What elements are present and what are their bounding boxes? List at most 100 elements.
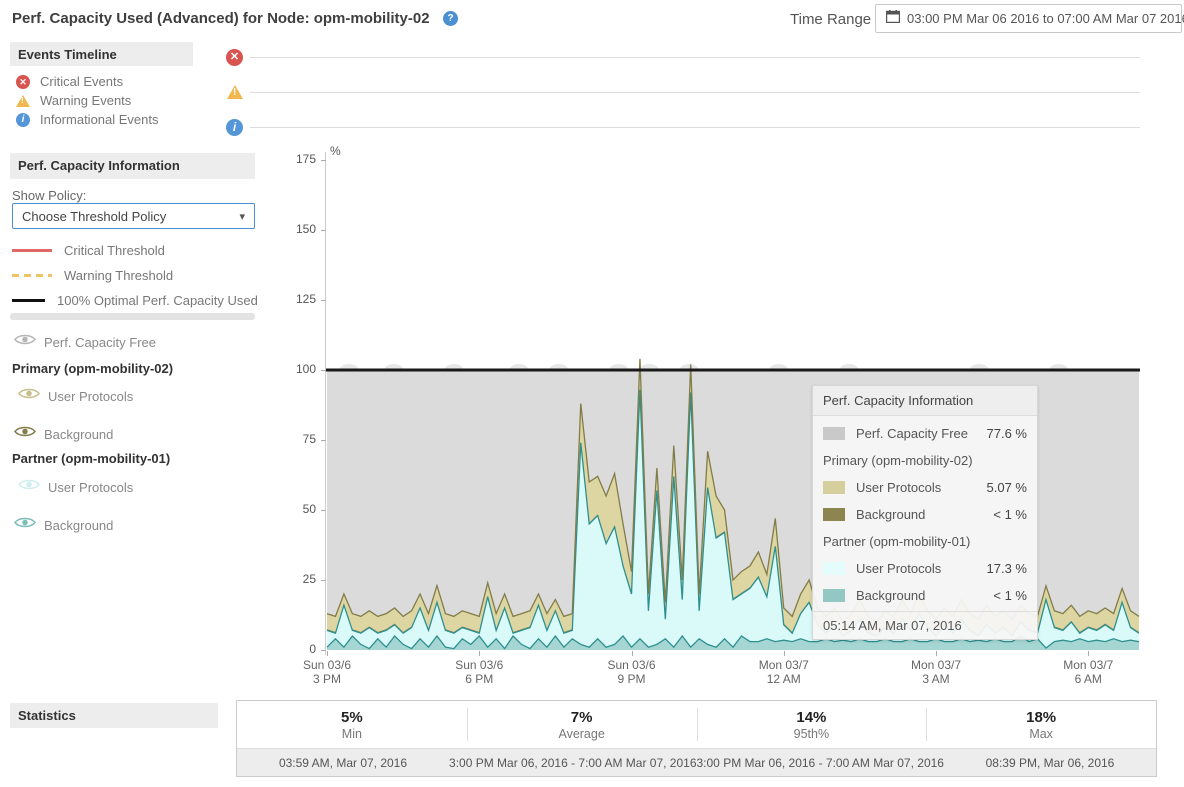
toggle-label: Background	[44, 427, 113, 442]
partner-user-swatch	[823, 562, 845, 575]
toggle-primary-background[interactable]: Background	[14, 425, 113, 443]
chevron-down-icon: ▾	[239, 210, 245, 223]
primary-node-heading: Primary (opm-mobility-02)	[12, 361, 173, 376]
info-lane-icon[interactable]: i	[226, 119, 243, 136]
events-timeline-header: Events Timeline	[10, 42, 193, 66]
stat-max-value: 18%	[1026, 709, 1056, 726]
statistics-header: Statistics	[10, 703, 218, 728]
tooltip-row-partner-user: User Protocols 17.3 %	[823, 555, 1027, 582]
warning-threshold-line	[12, 274, 52, 277]
legend-warning-events: Warning Events	[16, 91, 159, 110]
tooltip-free-label: Perf. Capacity Free	[856, 426, 987, 441]
y-tick-label: 150	[286, 222, 316, 236]
stat-min-value: 5%	[341, 709, 363, 726]
critical-threshold-legend: Critical Threshold	[12, 243, 165, 258]
optimal-threshold-legend: 100% Optimal Perf. Capacity Used	[12, 293, 258, 308]
time-range-label: Time Range	[790, 11, 871, 28]
toggle-label: Perf. Capacity Free	[44, 335, 156, 350]
legend-critical-label: Critical Events	[40, 74, 123, 89]
critical-event-icon: ✕	[16, 75, 30, 89]
toggle-perf-capacity-free[interactable]: Perf. Capacity Free	[14, 333, 156, 351]
y-tick-label: 175	[286, 152, 316, 166]
stat-max: 18% Max	[926, 701, 1156, 748]
tooltip-primary-heading: Primary (opm-mobility-02)	[823, 447, 1027, 474]
x-tick-label: Mon 03/73 AM	[876, 658, 996, 686]
tooltip-partner-user-label: User Protocols	[856, 561, 987, 576]
chart-tooltip: Perf. Capacity Information Perf. Capacit…	[812, 385, 1038, 640]
partner-node-heading: Partner (opm-mobility-01)	[12, 451, 170, 466]
stat-min-detail: 03:59 AM, Mar 07, 2016	[237, 756, 449, 770]
x-tick-label: Mon 03/712 AM	[724, 658, 844, 686]
eye-icon	[14, 333, 36, 351]
stat-95th-detail: 3:00 PM Mar 06, 2016 - 7:00 AM Mar 07, 2…	[697, 756, 944, 770]
warning-threshold-label: Warning Threshold	[64, 268, 173, 283]
stat-average-label: Average	[558, 727, 604, 741]
threshold-policy-value: Choose Threshold Policy	[22, 209, 239, 224]
eye-icon	[18, 478, 40, 496]
stat-max-detail: 08:39 PM, Mar 06, 2016	[944, 756, 1156, 770]
tooltip-title: Perf. Capacity Information	[813, 386, 1037, 416]
tooltip-partner-heading: Partner (opm-mobility-01)	[823, 528, 1027, 555]
tooltip-partner-bg-value: < 1 %	[993, 588, 1027, 603]
toggle-label: User Protocols	[48, 389, 133, 404]
critical-lane-icon[interactable]: ✕	[226, 49, 243, 66]
toggle-label: User Protocols	[48, 480, 133, 495]
tooltip-primary-user-value: 5.07 %	[987, 480, 1027, 495]
optimal-line-label: 100% Optimal Perf. Capacity Used	[57, 293, 258, 308]
warning-events-lane	[250, 92, 1140, 93]
partner-bg-swatch	[823, 589, 845, 602]
y-tick-label: 100	[286, 362, 316, 376]
eye-icon	[18, 387, 40, 405]
stat-max-label: Max	[1029, 727, 1053, 741]
y-tick-label: 50	[286, 502, 316, 516]
info-event-icon: i	[16, 113, 30, 127]
stat-min-label: Min	[342, 727, 362, 741]
tooltip-partner-bg-label: Background	[856, 588, 993, 603]
primary-user-swatch	[823, 481, 845, 494]
help-icon[interactable]: ?	[443, 11, 458, 26]
tooltip-primary-bg-value: < 1 %	[993, 507, 1027, 522]
y-tick-label: 125	[286, 292, 316, 306]
toggle-label: Background	[44, 518, 113, 533]
perf-capacity-page: Perf. Capacity Used (Advanced) for Node:…	[0, 0, 1184, 787]
x-tick-label: Sun 03/66 PM	[419, 658, 539, 686]
eye-icon	[14, 516, 36, 534]
tooltip-free-value: 77.6 %	[987, 426, 1027, 441]
tooltip-partner-user-value: 17.3 %	[987, 561, 1027, 576]
tooltip-timestamp: 05:14 AM, Mar 07, 2016	[813, 611, 1037, 639]
legend-warning-label: Warning Events	[40, 93, 131, 108]
critical-threshold-line	[12, 249, 52, 252]
legend-informational-events: i Informational Events	[16, 110, 159, 129]
stat-average: 7% Average	[467, 701, 697, 748]
toggle-primary-user-protocols[interactable]: User Protocols	[18, 387, 133, 405]
critical-threshold-label: Critical Threshold	[64, 243, 165, 258]
threshold-policy-dropdown[interactable]: Choose Threshold Policy ▾	[12, 203, 255, 229]
calendar-icon	[886, 10, 900, 28]
time-range-selector[interactable]: 03:00 PM Mar 06 2016 to 07:00 AM Mar 07 …	[875, 4, 1182, 33]
y-tick-label: 75	[286, 432, 316, 446]
legend-critical-events: ✕ Critical Events	[16, 72, 159, 91]
warning-threshold-legend: Warning Threshold	[12, 268, 173, 283]
critical-events-lane	[250, 57, 1140, 58]
toggle-partner-user-protocols[interactable]: User Protocols	[18, 478, 133, 496]
eye-icon	[14, 425, 36, 443]
tooltip-row-primary-user: User Protocols 5.07 %	[823, 474, 1027, 501]
stat-95th-label: 95th%	[794, 727, 829, 741]
events-legend: ✕ Critical Events Warning Events i Infor…	[16, 72, 159, 129]
info-events-lane	[250, 127, 1140, 128]
stat-min: 5% Min	[237, 701, 467, 748]
stat-average-value: 7%	[571, 709, 593, 726]
x-tick-label: Mon 03/76 AM	[1028, 658, 1148, 686]
perf-capacity-info-header: Perf. Capacity Information	[10, 153, 255, 179]
legend-info-label: Informational Events	[40, 112, 159, 127]
sidebar-divider	[10, 313, 255, 320]
free-swatch	[823, 427, 845, 440]
x-tick-label: Sun 03/69 PM	[572, 658, 692, 686]
warning-lane-icon[interactable]	[227, 85, 243, 99]
statistics-panel: 5% Min 7% Average 14% 95th% 18% Max 03:5…	[236, 700, 1157, 777]
page-title: Perf. Capacity Used (Advanced) for Node:…	[12, 10, 430, 27]
primary-bg-swatch	[823, 508, 845, 521]
tooltip-primary-bg-label: Background	[856, 507, 993, 522]
x-tick-label: Sun 03/63 PM	[267, 658, 387, 686]
toggle-partner-background[interactable]: Background	[14, 516, 113, 534]
